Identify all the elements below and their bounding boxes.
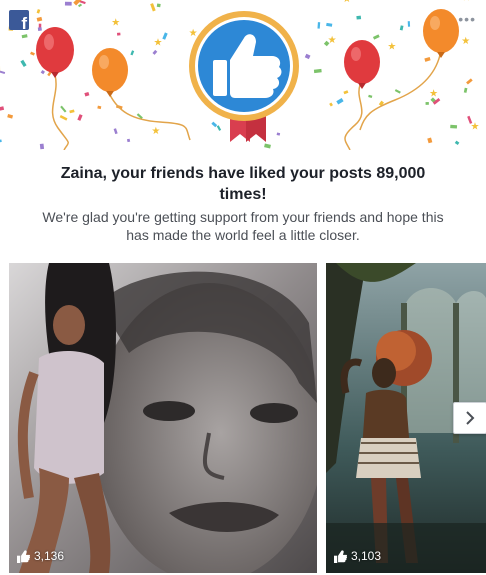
confetti-piece [394, 89, 401, 94]
like-count: 3,103 [334, 549, 381, 563]
confetti-piece [21, 34, 28, 39]
confetti-piece [399, 25, 404, 31]
confetti-star: ★ [462, 0, 471, 3]
confetti-star: ★ [429, 89, 438, 100]
photo-image-1 [9, 263, 317, 573]
confetti-piece [326, 22, 333, 27]
balloon-string [51, 74, 69, 150]
confetti-piece [427, 137, 433, 144]
confetti-piece [152, 49, 158, 55]
more-options-icon[interactable]: ••• [458, 12, 476, 26]
confetti-star: ★ [154, 38, 163, 49]
confetti-background: ★★★★★★★★★★★★ [0, 0, 480, 150]
confetti-piece [59, 115, 68, 121]
confetti-piece [162, 32, 168, 40]
chevron-right-icon [466, 411, 475, 425]
confetti-piece [0, 106, 5, 111]
confetti-piece [77, 114, 83, 121]
confetti-star: ★ [328, 35, 337, 46]
confetti-piece [126, 138, 131, 143]
balloon-icon [344, 40, 380, 89]
confetti-piece [0, 139, 2, 143]
confetti-star: ★ [461, 36, 470, 47]
facebook-logo-glyph: f [21, 14, 27, 30]
confetti-piece [304, 53, 311, 60]
photo-card-1[interactable]: 3,136 [9, 263, 317, 573]
confetti-star: ★ [471, 122, 480, 133]
confetti-piece [78, 3, 82, 8]
confetti-piece [64, 1, 72, 6]
confetti-piece [407, 21, 411, 27]
confetti-piece [30, 51, 35, 56]
confetti-piece [97, 105, 102, 110]
balloon-icon [92, 48, 128, 97]
confetti-piece [69, 109, 75, 114]
like-count: 3,136 [17, 549, 64, 563]
confetti-piece [450, 124, 458, 129]
confetti-piece [343, 90, 349, 95]
confetti-piece [40, 69, 46, 75]
like-count-text: 3,103 [351, 549, 382, 563]
confetti-piece [20, 59, 27, 67]
confetti-piece [211, 121, 218, 128]
confetti-piece [356, 15, 362, 20]
balloon-string [109, 94, 191, 141]
confetti-piece [424, 57, 431, 62]
balloon-icon [36, 27, 74, 78]
confetti-piece [150, 3, 156, 12]
like-icon [334, 549, 347, 563]
confetti-star: ★ [189, 28, 198, 39]
confetti-piece [0, 70, 6, 75]
like-count-text: 3,136 [34, 549, 65, 563]
confetti-piece [329, 102, 333, 107]
subheadline: We're glad you're getting support from y… [42, 209, 444, 243]
confetti-piece [113, 128, 118, 135]
confetti-piece [372, 34, 380, 40]
confetti-piece [60, 105, 67, 113]
confetti-star: ★ [151, 126, 160, 137]
confetti-piece [36, 9, 41, 14]
confetti-piece [454, 140, 460, 146]
confetti-piece [39, 143, 45, 150]
confetti-piece [216, 125, 222, 131]
confetti-piece [317, 22, 321, 29]
balloon-icon [423, 9, 459, 58]
like-icon [17, 549, 30, 563]
headline: Zaina, your friends have liked your post… [60, 165, 426, 203]
confetti-piece [336, 98, 344, 105]
confetti-piece [37, 27, 42, 31]
balloon-string [344, 84, 363, 150]
thumbs-up-badge [189, 11, 299, 121]
confetti-piece [466, 78, 473, 85]
confetti-star: ★ [342, 0, 351, 5]
confetti-star: ★ [387, 42, 396, 53]
confetti-piece [313, 68, 322, 74]
confetti-piece [130, 50, 135, 56]
confetti-piece [368, 94, 373, 99]
confetti-star: ★ [111, 17, 120, 28]
confetti-piece [116, 32, 121, 36]
confetti-piece [425, 102, 429, 105]
confetti-piece [276, 132, 281, 136]
confetti-piece [156, 3, 161, 8]
confetti-piece [463, 87, 468, 93]
confetti-piece [84, 91, 90, 97]
facebook-logo-icon[interactable]: f [9, 10, 29, 30]
confetti-piece [264, 143, 271, 149]
celebration-banner: ★★★★★★★★★★★★ [0, 0, 486, 150]
confetti-piece [7, 114, 14, 119]
carousel-next-button[interactable] [453, 402, 486, 434]
confetti-piece [36, 16, 43, 22]
